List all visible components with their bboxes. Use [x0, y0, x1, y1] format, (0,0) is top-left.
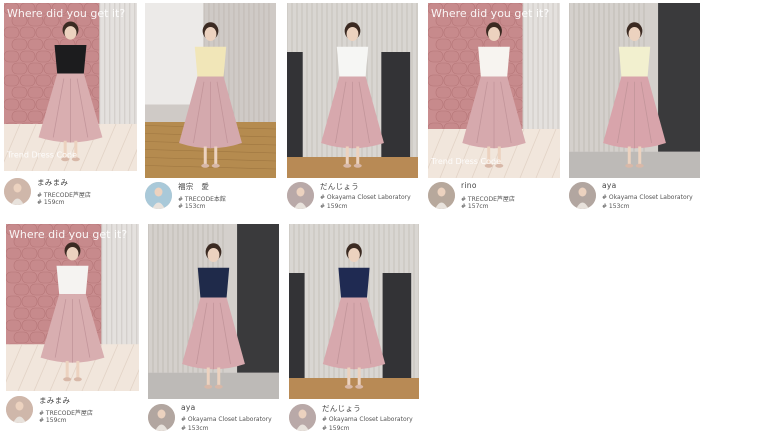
username[interactable]: だんじょう — [322, 403, 361, 414]
post-photo[interactable] — [145, 3, 276, 178]
height-tag[interactable]: # 159cm — [322, 425, 350, 432]
height-tag[interactable]: # 159cm — [37, 199, 65, 206]
store-tag[interactable]: # TRECODE芦屋店 — [37, 190, 91, 199]
store-tag[interactable]: # Okayama Closet Laboratory — [181, 416, 272, 423]
avatar[interactable] — [289, 404, 316, 431]
avatar[interactable] — [428, 182, 455, 209]
avatar[interactable] — [4, 178, 31, 205]
username[interactable]: 福宗 愛 — [178, 181, 209, 192]
username[interactable]: まみまみ — [39, 395, 70, 406]
avatar[interactable] — [148, 404, 175, 431]
height-tag[interactable]: # 153cm — [178, 203, 206, 210]
post-photo[interactable] — [289, 224, 419, 399]
avatar[interactable] — [6, 396, 33, 423]
username[interactable]: だんじょう — [320, 181, 359, 192]
height-tag[interactable]: # 153cm — [181, 425, 209, 432]
store-tag[interactable]: # Okayama Closet Laboratory — [322, 416, 413, 423]
post-photo[interactable] — [287, 3, 418, 178]
height-tag[interactable]: # 153cm — [602, 203, 630, 210]
photo-overlay-text: Where did you get it? — [7, 7, 125, 20]
post-photo[interactable]: Where did you get it? — [6, 224, 139, 391]
photo-overlay-text: Where did you get it? — [431, 7, 549, 20]
avatar[interactable] — [287, 182, 314, 209]
avatar[interactable] — [145, 182, 172, 209]
post-photo[interactable]: Where did you get it? Trend Dress Code — [4, 3, 137, 171]
store-tag[interactable]: # TRECODE本館 — [178, 194, 226, 203]
store-tag[interactable]: # TRECODE芦屋店 — [461, 194, 515, 203]
username[interactable]: まみまみ — [37, 177, 68, 188]
height-tag[interactable]: # 157cm — [461, 203, 489, 210]
photo-overlay-text: Where did you get it? — [9, 228, 127, 241]
username[interactable]: rino — [461, 181, 477, 190]
store-tag[interactable]: # Okayama Closet Laboratory — [320, 194, 411, 201]
photo-bottom-text: Trend Dress Code — [430, 157, 501, 166]
post-photo[interactable] — [569, 3, 700, 178]
post-photo[interactable]: Where did you get it? Trend Dress Code — [428, 3, 560, 178]
photo-bottom-text: Trend Dress Code — [6, 151, 77, 160]
store-tag[interactable]: # Okayama Closet Laboratory — [602, 194, 693, 201]
avatar[interactable] — [569, 182, 596, 209]
store-tag[interactable]: # TRECODE芦屋店 — [39, 408, 93, 417]
height-tag[interactable]: # 159cm — [39, 417, 67, 424]
height-tag[interactable]: # 159cm — [320, 203, 348, 210]
username[interactable]: aya — [602, 181, 617, 190]
username[interactable]: aya — [181, 403, 196, 412]
post-photo[interactable] — [148, 224, 279, 399]
